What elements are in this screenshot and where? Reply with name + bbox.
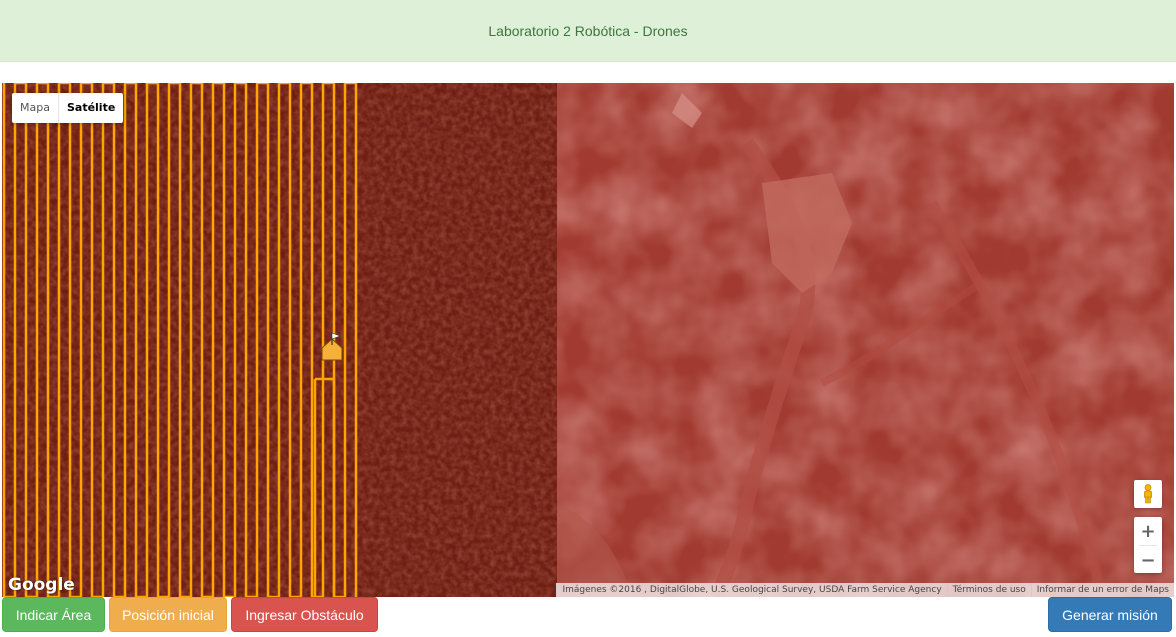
generate-mission-button[interactable]: Generar misión <box>1048 597 1172 632</box>
add-obstacle-button[interactable]: Ingresar Obstáculo <box>231 597 378 632</box>
zoom-in-button[interactable]: + <box>1134 517 1162 545</box>
map-view[interactable]: Mapa Satélite + − Google Imágenes ©2016 … <box>2 83 1174 597</box>
map-type-map-button[interactable]: Mapa <box>12 93 58 123</box>
google-logo: Google <box>8 575 75 595</box>
start-position-button[interactable]: Posición inicial <box>109 597 227 632</box>
map-type-control: Mapa Satélite <box>12 93 124 123</box>
map-attribution: Imágenes ©2016 , DigitalGlobe, U.S. Geol… <box>556 583 1174 597</box>
pegman-button[interactable] <box>1134 480 1162 508</box>
zoom-out-button[interactable]: − <box>1134 546 1162 574</box>
zoom-control: + − <box>1134 517 1162 573</box>
terms-link[interactable]: Términos de uso <box>946 583 1031 597</box>
imagery-credit: Imágenes ©2016 , DigitalGlobe, U.S. Geol… <box>556 583 947 597</box>
page-title: Laboratorio 2 Robótica - Drones <box>488 22 688 39</box>
indicate-area-button[interactable]: Indicar Área <box>2 597 105 632</box>
satellite-imagery <box>2 83 1174 597</box>
map-type-satellite-button[interactable]: Satélite <box>57 93 123 123</box>
report-error-link[interactable]: Informar de un error de Maps <box>1030 583 1174 597</box>
page-header: Laboratorio 2 Robótica - Drones <box>0 0 1176 62</box>
pegman-icon <box>1144 484 1152 504</box>
